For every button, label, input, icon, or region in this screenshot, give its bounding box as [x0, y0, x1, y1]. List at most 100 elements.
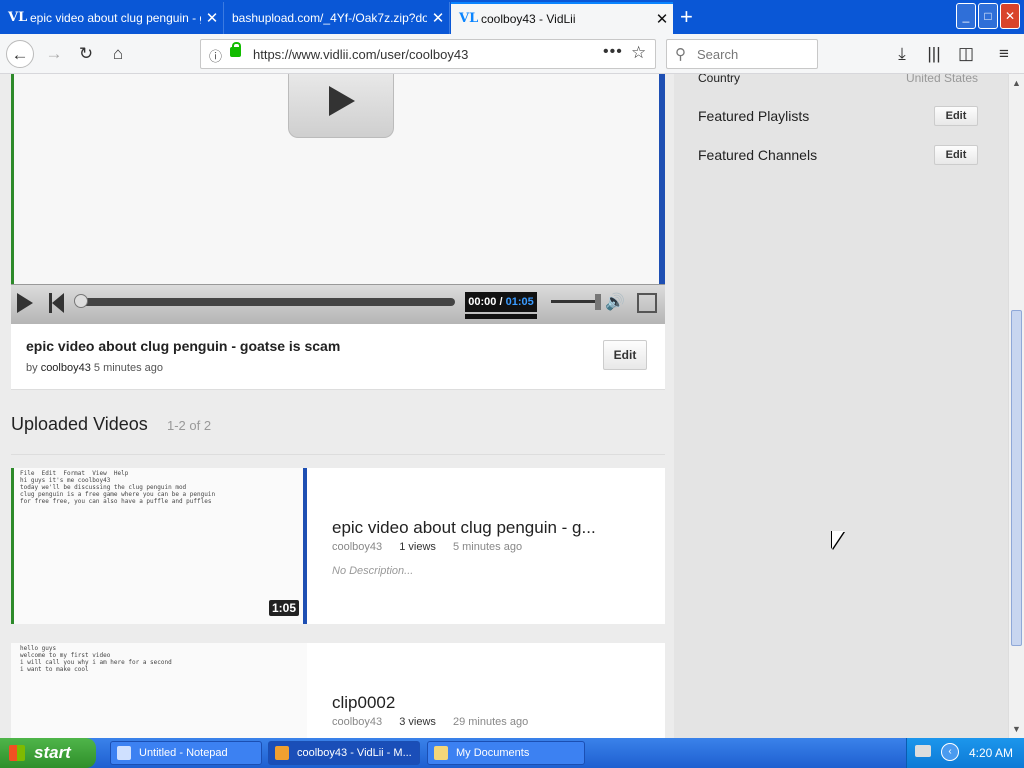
back-icon[interactable]: ← [6, 40, 34, 68]
edit-playlists-button[interactable]: Edit [934, 106, 978, 126]
address-bar[interactable]: ⓘ https://www.vidlii.com/user/coolboy43 … [200, 39, 656, 69]
country-label: Country [698, 74, 741, 85]
taskbar-item-notepad[interactable]: Untitled - Notepad [110, 741, 262, 765]
video-views: 3 views [399, 716, 436, 728]
notepad-icon [117, 746, 131, 760]
volume-handle[interactable] [595, 294, 601, 310]
downloads-icon[interactable]: ⤓ [888, 40, 916, 68]
tab-title: coolboy43 - VidLii [481, 12, 576, 26]
featured-video-title[interactable]: epic video about clug penguin - goatse i… [26, 338, 340, 354]
close-tab-icon[interactable]: ✕ [651, 10, 673, 28]
speaker-icon[interactable]: 🔊 [605, 292, 625, 312]
firefox-icon [275, 746, 289, 760]
uploaded-videos-count: 1-2 of 2 [167, 418, 212, 433]
browser-tab-bar: VL epic video about clug penguin - go ✕ … [0, 0, 1024, 34]
volume-slider[interactable] [551, 300, 601, 303]
sidebar-toggle-icon[interactable]: ◫ [952, 40, 980, 68]
search-placeholder: Search [697, 47, 739, 62]
clock[interactable]: 4:20 AM [969, 746, 1013, 760]
search-input[interactable]: ⚲ Search [666, 39, 818, 69]
scroll-up-icon[interactable]: ▲ [1012, 78, 1021, 88]
close-window-button[interactable]: ✕ [1000, 3, 1020, 29]
taskbar-item-firefox[interactable]: coolboy43 - VidLii - M... [268, 741, 420, 765]
video-author[interactable]: coolboy43 [332, 541, 382, 553]
duration-time: 01:05 [505, 296, 534, 308]
scrollbar-thumb[interactable] [1011, 310, 1022, 646]
edit-channels-button[interactable]: Edit [934, 145, 978, 165]
big-play-button[interactable] [288, 74, 394, 138]
page-actions-icon[interactable]: ••• [603, 43, 623, 61]
tab-title: bashupload.com/_4Yf-/Oak7z.zip?dow [232, 11, 427, 25]
reload-icon[interactable]: ↻ [72, 40, 100, 68]
start-label: start [34, 743, 71, 762]
close-tab-icon[interactable]: ✕ [201, 9, 223, 27]
scroll-down-icon[interactable]: ▼ [1012, 724, 1021, 734]
time-display: 00:00 / 01:05 [465, 292, 537, 312]
windows-logo-icon [9, 745, 25, 761]
video-thumbnail[interactable]: File Edit Format View Help hi guys it's … [11, 468, 307, 624]
mouse-cursor-icon [832, 531, 844, 549]
current-time: 00:00 [468, 296, 497, 308]
country-value: United States [905, 74, 978, 85]
author-link[interactable]: coolboy43 [41, 362, 91, 374]
url-text[interactable]: https://www.vidlii.com/user/coolboy43 [253, 47, 468, 62]
video-title-link[interactable]: clip0002 [332, 693, 395, 713]
page-scrollbar[interactable]: ▲ ▼ [1008, 74, 1024, 738]
vidlii-favicon-icon: VL [459, 11, 479, 26]
start-button[interactable]: start [0, 738, 96, 768]
uploaded-videos-heading: Uploaded Videos [11, 414, 148, 434]
minimize-button[interactable]: _ [956, 3, 976, 29]
video-age: 29 minutes ago [452, 716, 529, 728]
featured-playlists-label: Featured Playlists [698, 108, 810, 124]
home-icon[interactable]: ⌂ [104, 40, 132, 68]
show-hidden-icons-icon[interactable]: ‹ [941, 743, 959, 761]
thumbnail-text: hello guys welcome to my first video i w… [20, 645, 172, 673]
time-bar [465, 314, 537, 319]
video-card[interactable]: File Edit Format View Help hi guys it's … [11, 468, 665, 624]
forward-icon[interactable]: → [40, 40, 68, 68]
fullscreen-icon[interactable] [637, 293, 657, 313]
navigation-toolbar: ← → ↻ ⌂ ⓘ https://www.vidlii.com/user/co… [0, 34, 1024, 74]
tab-vidlii-profile[interactable]: VL coolboy43 - VidLii ✕ [451, 2, 673, 34]
featured-video-info: epic video about clug penguin - goatse i… [11, 324, 665, 390]
info-icon[interactable]: ⓘ [209, 46, 222, 65]
player-controls: 00:00 / 01:05 🔊 [11, 284, 665, 324]
lock-icon [230, 42, 241, 57]
windows-taskbar: start Untitled - Notepad coolboy43 - Vid… [0, 738, 1024, 768]
video-title-link[interactable]: epic video about clug penguin - g... [332, 518, 596, 538]
video-thumbnail[interactable]: hello guys welcome to my first video i w… [11, 643, 307, 738]
video-views: 1 views [399, 541, 436, 553]
library-icon[interactable]: ||| [920, 40, 948, 68]
edit-featured-video-button[interactable]: Edit [603, 340, 647, 370]
profile-sidebar: Country United States Featured Playlists… [674, 74, 1008, 738]
video-duration-badge: 1:05 [268, 600, 299, 616]
taskbar-item-my-documents[interactable]: My Documents [427, 741, 585, 765]
maximize-button[interactable]: □ [978, 3, 998, 29]
tab-bashupload[interactable]: bashupload.com/_4Yf-/Oak7z.zip?dow ✕ [224, 2, 450, 34]
bookmark-star-icon[interactable]: ☆ [631, 43, 646, 63]
tab-clug-video[interactable]: VL epic video about clug penguin - go ✕ [0, 2, 224, 34]
search-icon: ⚲ [675, 46, 686, 63]
menu-icon[interactable]: ≡ [990, 40, 1018, 68]
play-icon[interactable] [17, 293, 33, 313]
video-description: No Description... [332, 565, 414, 577]
seek-handle[interactable] [74, 294, 88, 308]
taskbar-item-label: coolboy43 - VidLii - M... [297, 747, 412, 759]
keyboard-icon[interactable] [915, 745, 931, 757]
taskbar-item-label: My Documents [456, 747, 530, 759]
seek-bar[interactable] [77, 298, 455, 306]
video-card[interactable]: hello guys welcome to my first video i w… [11, 643, 665, 738]
video-age: 5 minutes ago [452, 541, 523, 553]
video-author[interactable]: coolboy43 [332, 716, 382, 728]
by-prefix: by [26, 362, 38, 374]
video-meta: coolboy43 1 views 5 minutes ago [332, 541, 536, 553]
new-tab-button[interactable]: + [680, 4, 693, 30]
divider [11, 454, 665, 455]
vidlii-favicon-icon: VL [8, 10, 28, 25]
system-tray: ‹ 4:20 AM [906, 738, 1024, 768]
skip-back-icon[interactable] [49, 293, 65, 313]
upload-age: 5 minutes ago [93, 362, 164, 374]
featured-channels-label: Featured Channels [698, 147, 818, 163]
close-tab-icon[interactable]: ✕ [427, 9, 449, 27]
featured-video-byline: by coolboy43 5 minutes ago [26, 362, 163, 374]
